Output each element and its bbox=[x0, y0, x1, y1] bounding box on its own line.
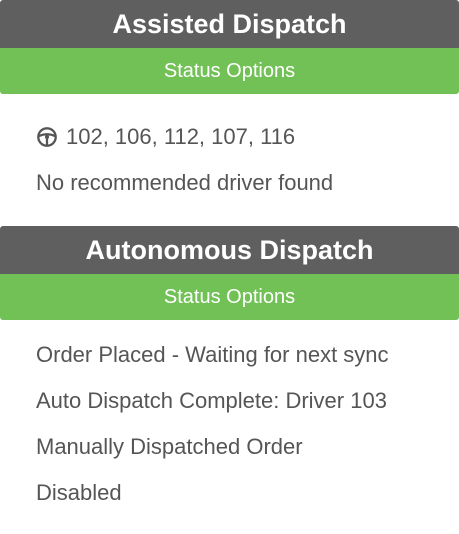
status-disabled: Disabled bbox=[36, 480, 122, 505]
autonomous-status-options-button[interactable]: Status Options bbox=[0, 274, 459, 320]
recommended-drivers-list: 102, 106, 112, 107, 116 bbox=[66, 124, 296, 149]
recommended-drivers-row: 102, 106, 112, 107, 116 bbox=[36, 94, 459, 152]
assisted-status-options-button[interactable]: Status Options bbox=[0, 48, 459, 94]
status-manually-dispatched: Manually Dispatched Order bbox=[36, 434, 303, 459]
status-auto-dispatch-complete: Auto Dispatch Complete: Driver 103 bbox=[36, 388, 387, 413]
autonomous-dispatch-title: Autonomous Dispatch bbox=[0, 226, 459, 274]
no-driver-note: No recommended driver found bbox=[36, 170, 334, 195]
assisted-dispatch-section: Assisted Dispatch Status Options 102, 10… bbox=[0, 0, 459, 226]
autonomous-dispatch-section: Autonomous Dispatch Status Options Order… bbox=[0, 226, 459, 506]
steering-wheel-icon bbox=[37, 127, 57, 147]
autonomous-dispatch-content: Order Placed - Waiting for next sync Aut… bbox=[0, 320, 459, 506]
assisted-dispatch-title: Assisted Dispatch bbox=[0, 0, 459, 48]
assisted-dispatch-content: 102, 106, 112, 107, 116 No recommended d… bbox=[0, 94, 459, 226]
status-order-placed: Order Placed - Waiting for next sync bbox=[36, 342, 389, 367]
